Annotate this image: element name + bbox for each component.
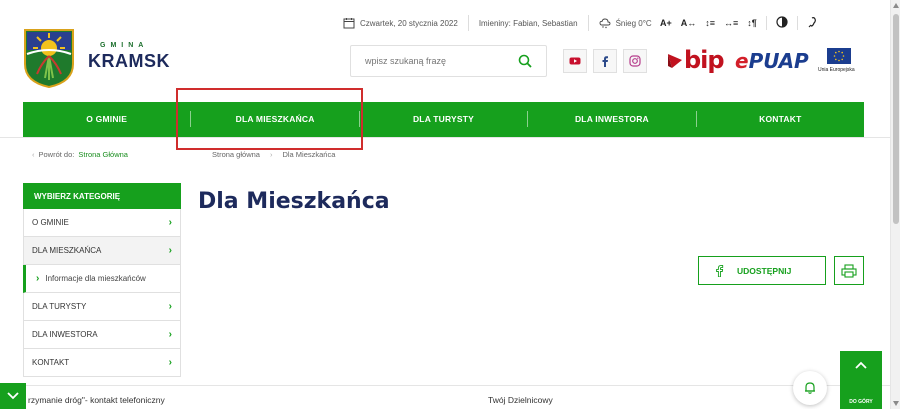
bip-logo[interactable]: bip (668, 46, 725, 74)
chevron-right-icon: › (168, 329, 172, 340)
coat-of-arms-icon (24, 29, 74, 89)
toolbar-divider (796, 16, 798, 30)
nav-dla-inwestora[interactable]: DLA INWESTORA (528, 111, 697, 127)
hearing-impaired-button[interactable] (807, 16, 819, 30)
sidebar-heading: WYBIERZ KATEGORIĘ (23, 183, 181, 209)
scroll-up-icon[interactable] (893, 3, 899, 8)
epuap-text: PUAP (748, 49, 809, 73)
share-label: UDOSTĘPNIJ (737, 265, 792, 276)
breadcrumb: Strona główna › Dla Mieszkańca (212, 150, 335, 159)
bell-icon (805, 382, 815, 394)
chevron-down-icon (7, 392, 19, 400)
nameday-item: Imieniny: Fabian, Sebastian (469, 15, 589, 31)
scroll-thumb[interactable] (893, 14, 899, 224)
search-input[interactable] (351, 56, 511, 66)
sidebar-item-dla-turysty[interactable]: DLA TURYSTY › (23, 293, 181, 321)
page-scrollbar[interactable] (890, 0, 900, 409)
sidebar-item-label: O GMINIE (32, 218, 69, 227)
notification-button[interactable] (793, 371, 827, 405)
sidebar-item-label: KONTAKT (32, 358, 70, 367)
sidebar-list: O GMINIE › DLA MIESZKAŃCA › › Informacje… (23, 209, 181, 377)
nav-divider (0, 137, 890, 138)
sidebar-item-label: Informacje dla mieszkańców (45, 274, 146, 283)
sidebar-item-kontakt[interactable]: KONTAKT › (23, 349, 181, 377)
ear-icon (808, 17, 816, 28)
breadcrumb-separator-icon: › (269, 150, 273, 159)
nav-dla-turysty[interactable]: DLA TURYSTY (360, 111, 529, 127)
eu-flag-icon (827, 48, 851, 64)
scroll-down-icon[interactable] (893, 401, 899, 406)
chevron-right-icon: › (36, 273, 40, 284)
sidebar-item-dla-inwestora[interactable]: DLA INWESTORA › (23, 321, 181, 349)
back-prefix: Powrót do: (38, 150, 75, 159)
calendar-icon (343, 18, 355, 29)
nav-kontakt[interactable]: KONTAKT (697, 111, 864, 127)
eu-label: Unia Europejska (818, 67, 855, 73)
share-button[interactable]: UDOSTĘPNIJ (698, 256, 826, 285)
nameday-text: Imieniny: Fabian, Sebastian (478, 18, 578, 28)
instagram-link[interactable] (623, 49, 647, 73)
contrast-icon (776, 16, 788, 28)
coat-of-arms-logo[interactable] (23, 28, 75, 89)
sidebar-subitem-informacje[interactable]: › Informacje dla mieszkańców (23, 265, 181, 293)
logo-name-text[interactable]: KRAMSK (88, 51, 170, 72)
chevron-right-icon: › (168, 217, 172, 228)
sidebar-item-label: DLA TURYSTY (32, 302, 87, 311)
font-larger-button[interactable]: A+ (660, 18, 672, 28)
nav-o-gminie[interactable]: O GMINIE (23, 111, 192, 127)
top-info-bar: Czwartek, 20 stycznia 2022 Imieniny: Fab… (333, 14, 662, 32)
back-to-top-button[interactable]: DO GÓRY (840, 351, 882, 409)
chevron-right-icon: › (168, 301, 172, 312)
print-button[interactable] (834, 256, 864, 285)
accessibility-toolbar: A+ A↔ ↕≡ ↔≡ ↕¶ (660, 14, 819, 32)
chevron-right-icon: › (168, 245, 172, 256)
sidebar-item-o-gminie[interactable]: O GMINIE › (23, 209, 181, 237)
letter-spacing-button[interactable]: ↔≡ (724, 18, 738, 28)
bip-text: bip (684, 46, 725, 74)
bip-flag-icon (668, 54, 682, 68)
logo-gmina-text: GMINA (100, 42, 149, 49)
highlight-box (176, 88, 363, 150)
chevron-right-icon: › (168, 357, 172, 368)
footer-divider (0, 385, 890, 386)
search-box (350, 45, 547, 77)
search-icon[interactable] (518, 54, 532, 68)
weather-text: Śnieg 0°C (615, 18, 652, 28)
chevron-left-icon: ‹ (32, 150, 35, 159)
back-home-link[interactable]: Strona Główna (78, 150, 128, 159)
instagram-icon (629, 55, 641, 67)
back-to-top-label: DO GÓRY (849, 399, 873, 405)
main-navigation: O GMINIE DLA MIESZKAŃCA DLA TURYSTY DLA … (23, 102, 864, 137)
contrast-button[interactable] (776, 16, 788, 30)
footer-link-dzielnicowy[interactable]: Twój Dzielnicowy (488, 395, 553, 405)
font-smaller-button[interactable]: A↔ (681, 18, 697, 28)
sidebar-item-dla-mieszkanca[interactable]: DLA MIESZKAŃCA › (23, 237, 181, 265)
chevron-up-icon (855, 361, 867, 369)
youtube-icon (569, 57, 581, 65)
toolbar-divider (765, 16, 767, 30)
breadcrumb-home[interactable]: Strona główna (212, 150, 260, 159)
eu-logo[interactable]: Unia Europejska (818, 48, 855, 73)
weather-item: Śnieg 0°C (589, 15, 662, 31)
social-links (563, 49, 647, 73)
page-title: Dla Mieszkańca (198, 189, 390, 214)
paragraph-spacing-button[interactable]: ↕¶ (747, 18, 757, 28)
breadcrumb-current: Dla Mieszkańca (282, 150, 336, 159)
epuap-logo[interactable]: ePUAP (735, 49, 809, 73)
footer-link-roads[interactable]: rzymanie dróg"- kontakt telefoniczny (28, 395, 165, 405)
epuap-e-text: e (735, 49, 749, 73)
snow-cloud-icon (599, 18, 611, 29)
youtube-link[interactable] (563, 49, 587, 73)
printer-icon (841, 263, 857, 278)
line-height-button[interactable]: ↕≡ (705, 18, 715, 28)
facebook-icon (602, 56, 608, 67)
sidebar-item-label: DLA INWESTORA (32, 330, 98, 339)
sidebar-item-label: DLA MIESZKAŃCA (32, 246, 102, 255)
expand-button[interactable] (0, 383, 26, 409)
back-link: ‹ Powrót do: Strona Główna (32, 150, 128, 159)
facebook-link[interactable] (593, 49, 617, 73)
date-text: Czwartek, 20 stycznia 2022 (360, 18, 458, 28)
facebook-icon (716, 264, 724, 277)
date-item: Czwartek, 20 stycznia 2022 (333, 15, 469, 31)
